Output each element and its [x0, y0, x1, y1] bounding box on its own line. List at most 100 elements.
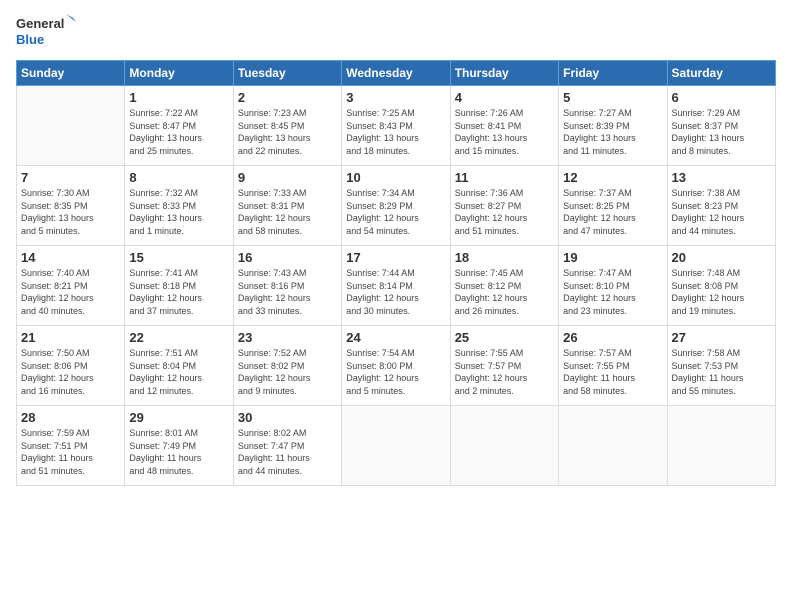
- calendar-cell: 18 Sunrise: 7:45 AM Sunset: 8:12 PM Dayli…: [450, 246, 558, 326]
- day-info: Sunrise: 7:32 AM Sunset: 8:33 PM Dayligh…: [129, 187, 228, 237]
- calendar-cell: 26 Sunrise: 7:57 AM Sunset: 7:55 PM Dayli…: [559, 326, 667, 406]
- day-info: Sunrise: 7:43 AM Sunset: 8:16 PM Dayligh…: [238, 267, 337, 317]
- weekday-header: Sunday: [17, 61, 125, 86]
- weekday-header: Wednesday: [342, 61, 450, 86]
- day-number: 10: [346, 170, 445, 185]
- day-info: Sunrise: 8:02 AM Sunset: 7:47 PM Dayligh…: [238, 427, 337, 477]
- day-info: Sunrise: 7:44 AM Sunset: 8:14 PM Dayligh…: [346, 267, 445, 317]
- day-number: 9: [238, 170, 337, 185]
- weekday-header: Monday: [125, 61, 233, 86]
- day-number: 22: [129, 330, 228, 345]
- calendar-cell: 25 Sunrise: 7:55 AM Sunset: 7:57 PM Dayli…: [450, 326, 558, 406]
- calendar-cell: 7 Sunrise: 7:30 AM Sunset: 8:35 PM Daylig…: [17, 166, 125, 246]
- day-number: 12: [563, 170, 662, 185]
- calendar-cell: 11 Sunrise: 7:36 AM Sunset: 8:27 PM Dayli…: [450, 166, 558, 246]
- day-number: 2: [238, 90, 337, 105]
- day-number: 19: [563, 250, 662, 265]
- calendar-cell: 6 Sunrise: 7:29 AM Sunset: 8:37 PM Daylig…: [667, 86, 775, 166]
- weekday-header: Tuesday: [233, 61, 341, 86]
- calendar-cell: 30 Sunrise: 8:02 AM Sunset: 7:47 PM Dayli…: [233, 406, 341, 486]
- calendar-cell: 3 Sunrise: 7:25 AM Sunset: 8:43 PM Daylig…: [342, 86, 450, 166]
- day-info: Sunrise: 8:01 AM Sunset: 7:49 PM Dayligh…: [129, 427, 228, 477]
- calendar-cell: 14 Sunrise: 7:40 AM Sunset: 8:21 PM Dayli…: [17, 246, 125, 326]
- day-number: 26: [563, 330, 662, 345]
- calendar-cell: 17 Sunrise: 7:44 AM Sunset: 8:14 PM Dayli…: [342, 246, 450, 326]
- day-number: 29: [129, 410, 228, 425]
- day-info: Sunrise: 7:52 AM Sunset: 8:02 PM Dayligh…: [238, 347, 337, 397]
- day-number: 18: [455, 250, 554, 265]
- calendar-cell: [667, 406, 775, 486]
- day-info: Sunrise: 7:45 AM Sunset: 8:12 PM Dayligh…: [455, 267, 554, 317]
- day-number: 4: [455, 90, 554, 105]
- day-info: Sunrise: 7:38 AM Sunset: 8:23 PM Dayligh…: [672, 187, 771, 237]
- calendar-cell: [17, 86, 125, 166]
- day-info: Sunrise: 7:29 AM Sunset: 8:37 PM Dayligh…: [672, 107, 771, 157]
- day-number: 17: [346, 250, 445, 265]
- day-number: 5: [563, 90, 662, 105]
- day-info: Sunrise: 7:36 AM Sunset: 8:27 PM Dayligh…: [455, 187, 554, 237]
- calendar-cell: 22 Sunrise: 7:51 AM Sunset: 8:04 PM Dayli…: [125, 326, 233, 406]
- calendar-cell: 29 Sunrise: 8:01 AM Sunset: 7:49 PM Dayli…: [125, 406, 233, 486]
- day-info: Sunrise: 7:37 AM Sunset: 8:25 PM Dayligh…: [563, 187, 662, 237]
- calendar-cell: 2 Sunrise: 7:23 AM Sunset: 8:45 PM Daylig…: [233, 86, 341, 166]
- day-info: Sunrise: 7:47 AM Sunset: 8:10 PM Dayligh…: [563, 267, 662, 317]
- day-number: 7: [21, 170, 120, 185]
- day-number: 28: [21, 410, 120, 425]
- calendar-cell: [342, 406, 450, 486]
- day-number: 27: [672, 330, 771, 345]
- day-info: Sunrise: 7:27 AM Sunset: 8:39 PM Dayligh…: [563, 107, 662, 157]
- day-number: 25: [455, 330, 554, 345]
- day-number: 13: [672, 170, 771, 185]
- calendar-cell: 19 Sunrise: 7:47 AM Sunset: 8:10 PM Dayli…: [559, 246, 667, 326]
- logo: General Blue: [16, 12, 76, 52]
- day-info: Sunrise: 7:41 AM Sunset: 8:18 PM Dayligh…: [129, 267, 228, 317]
- day-number: 23: [238, 330, 337, 345]
- calendar-cell: 5 Sunrise: 7:27 AM Sunset: 8:39 PM Daylig…: [559, 86, 667, 166]
- calendar-cell: 28 Sunrise: 7:59 AM Sunset: 7:51 PM Dayli…: [17, 406, 125, 486]
- day-info: Sunrise: 7:40 AM Sunset: 8:21 PM Dayligh…: [21, 267, 120, 317]
- day-number: 21: [21, 330, 120, 345]
- day-info: Sunrise: 7:48 AM Sunset: 8:08 PM Dayligh…: [672, 267, 771, 317]
- calendar-cell: 21 Sunrise: 7:50 AM Sunset: 8:06 PM Dayli…: [17, 326, 125, 406]
- weekday-header: Thursday: [450, 61, 558, 86]
- svg-text:General: General: [16, 16, 64, 31]
- day-number: 30: [238, 410, 337, 425]
- day-info: Sunrise: 7:57 AM Sunset: 7:55 PM Dayligh…: [563, 347, 662, 397]
- day-number: 8: [129, 170, 228, 185]
- day-info: Sunrise: 7:50 AM Sunset: 8:06 PM Dayligh…: [21, 347, 120, 397]
- calendar-cell: 12 Sunrise: 7:37 AM Sunset: 8:25 PM Dayli…: [559, 166, 667, 246]
- calendar-cell: 1 Sunrise: 7:22 AM Sunset: 8:47 PM Daylig…: [125, 86, 233, 166]
- day-info: Sunrise: 7:34 AM Sunset: 8:29 PM Dayligh…: [346, 187, 445, 237]
- day-info: Sunrise: 7:58 AM Sunset: 7:53 PM Dayligh…: [672, 347, 771, 397]
- day-number: 24: [346, 330, 445, 345]
- day-number: 15: [129, 250, 228, 265]
- calendar-cell: 8 Sunrise: 7:32 AM Sunset: 8:33 PM Daylig…: [125, 166, 233, 246]
- day-info: Sunrise: 7:33 AM Sunset: 8:31 PM Dayligh…: [238, 187, 337, 237]
- day-info: Sunrise: 7:30 AM Sunset: 8:35 PM Dayligh…: [21, 187, 120, 237]
- calendar-cell: 13 Sunrise: 7:38 AM Sunset: 8:23 PM Dayli…: [667, 166, 775, 246]
- calendar-cell: 23 Sunrise: 7:52 AM Sunset: 8:02 PM Dayli…: [233, 326, 341, 406]
- day-info: Sunrise: 7:55 AM Sunset: 7:57 PM Dayligh…: [455, 347, 554, 397]
- calendar-cell: 27 Sunrise: 7:58 AM Sunset: 7:53 PM Dayli…: [667, 326, 775, 406]
- day-number: 3: [346, 90, 445, 105]
- day-info: Sunrise: 7:51 AM Sunset: 8:04 PM Dayligh…: [129, 347, 228, 397]
- calendar-cell: 10 Sunrise: 7:34 AM Sunset: 8:29 PM Dayli…: [342, 166, 450, 246]
- calendar-cell: 24Sunrise: 7:54 AM Sunset: 8:00 PM Dayli…: [342, 326, 450, 406]
- day-info: Sunrise: 7:22 AM Sunset: 8:47 PM Dayligh…: [129, 107, 228, 157]
- day-number: 6: [672, 90, 771, 105]
- calendar-cell: [450, 406, 558, 486]
- day-number: 14: [21, 250, 120, 265]
- weekday-header: Saturday: [667, 61, 775, 86]
- day-info: Sunrise: 7:59 AM Sunset: 7:51 PM Dayligh…: [21, 427, 120, 477]
- day-info: Sunrise: 7:26 AM Sunset: 8:41 PM Dayligh…: [455, 107, 554, 157]
- calendar-cell: [559, 406, 667, 486]
- day-info: Sunrise: 7:23 AM Sunset: 8:45 PM Dayligh…: [238, 107, 337, 157]
- weekday-header: Friday: [559, 61, 667, 86]
- calendar-cell: 16 Sunrise: 7:43 AM Sunset: 8:16 PM Dayli…: [233, 246, 341, 326]
- calendar-cell: 4 Sunrise: 7:26 AM Sunset: 8:41 PM Daylig…: [450, 86, 558, 166]
- day-number: 1: [129, 90, 228, 105]
- svg-text:Blue: Blue: [16, 32, 44, 47]
- day-number: 16: [238, 250, 337, 265]
- day-info: Sunrise: 7:25 AM Sunset: 8:43 PM Dayligh…: [346, 107, 445, 157]
- day-number: 11: [455, 170, 554, 185]
